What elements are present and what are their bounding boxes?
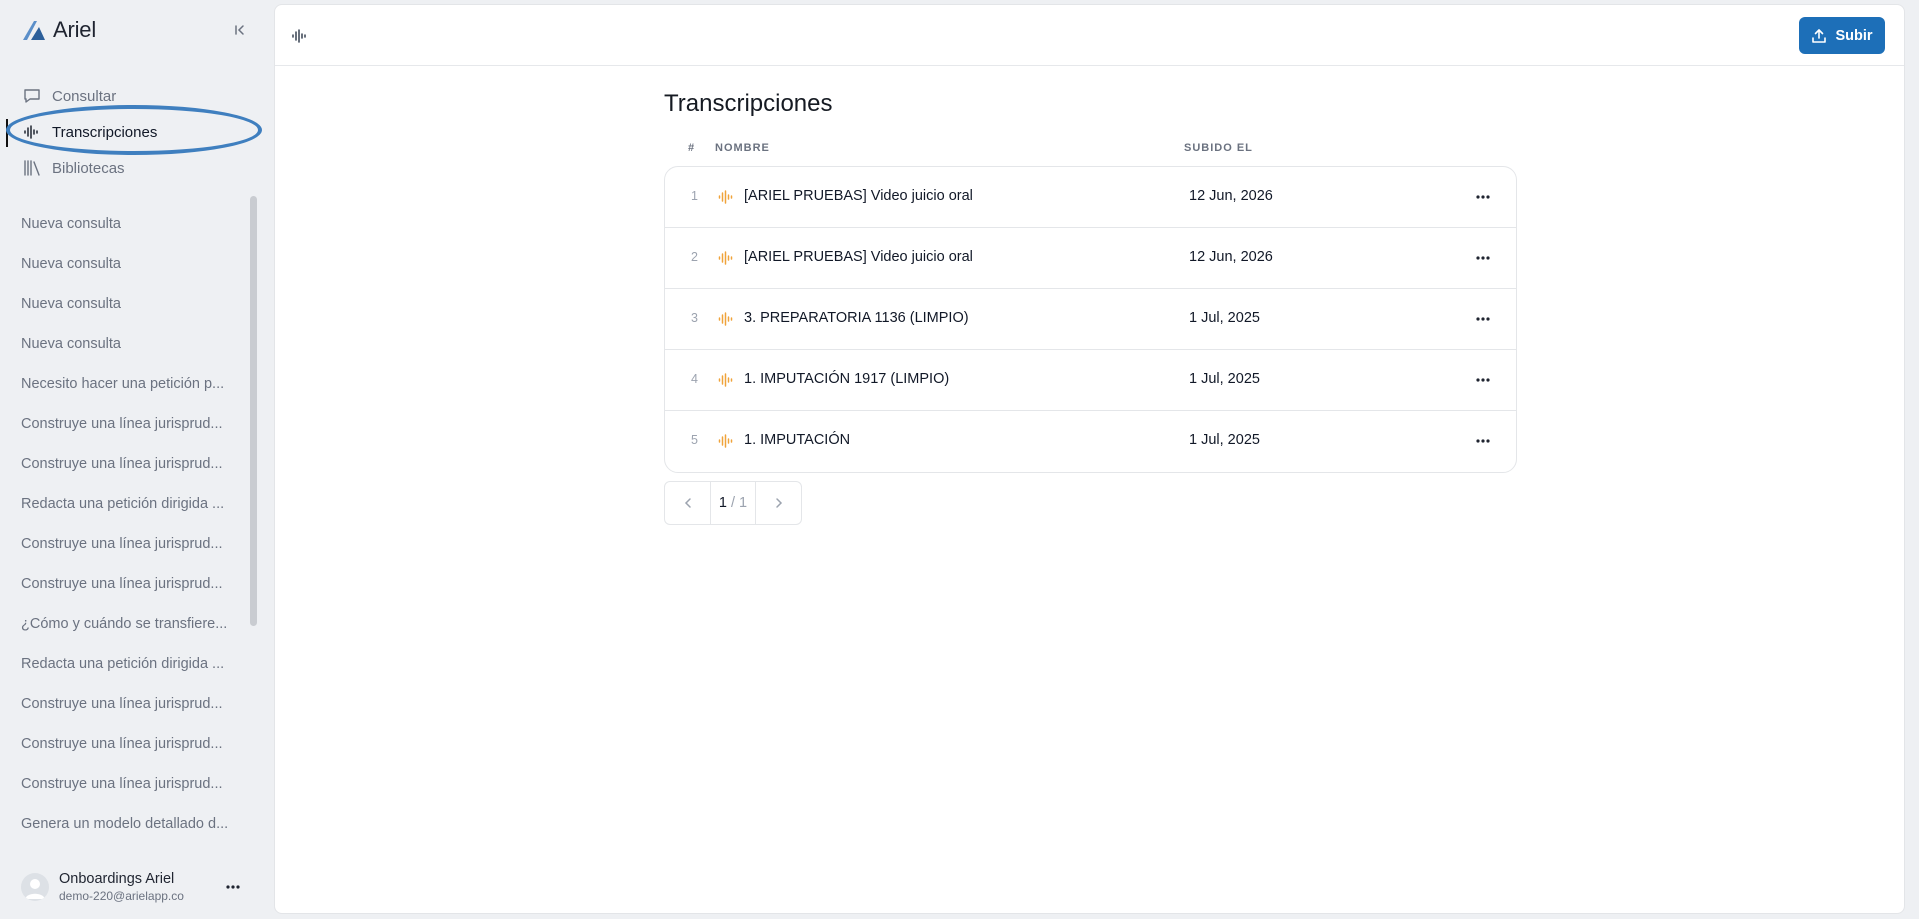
history-scrollbar[interactable] xyxy=(250,196,257,626)
table-row[interactable]: 2 [ARIEL PRUEBAS] Video juicio oral 12 J… xyxy=(665,228,1516,289)
more-horizontal-icon xyxy=(1476,378,1490,382)
history-item[interactable]: Necesito hacer una petición p... xyxy=(0,364,248,404)
history-item[interactable]: Construye una línea jurisprud... xyxy=(0,764,248,804)
nav-label: Bibliotecas xyxy=(52,159,125,177)
prev-page-button[interactable] xyxy=(665,482,710,524)
table-row[interactable]: 4 1. IMPUTACIÓN 1917 (LIMPIO) 1 Jul, 202… xyxy=(665,350,1516,411)
brand[interactable]: Ariel xyxy=(21,17,96,43)
more-horizontal-icon xyxy=(1476,317,1490,321)
row-name: [ARIEL PRUEBAS] Video juicio oral xyxy=(744,249,973,265)
history-item[interactable]: Nueva consulta xyxy=(0,324,248,364)
upload-button-label: Subir xyxy=(1835,27,1873,44)
user-name: Onboardings Ariel xyxy=(59,871,175,887)
history-item[interactable]: Construye una línea jurisprud... xyxy=(0,724,248,764)
total-pages: / 1 xyxy=(730,495,748,511)
main-panel: Subir Transcripciones # NOMBRE SUBIDO EL… xyxy=(274,4,1905,914)
current-page: 1 xyxy=(718,495,727,511)
nav-item-transcripciones[interactable]: Transcripciones xyxy=(0,114,272,150)
row-menu-button[interactable] xyxy=(1473,311,1493,327)
audio-waveform-icon xyxy=(718,190,733,204)
topbar: Subir xyxy=(275,5,1904,66)
history-item[interactable]: Nueva consulta xyxy=(0,284,248,324)
row-number: 1 xyxy=(691,189,698,203)
next-page-button[interactable] xyxy=(756,482,801,524)
history-item[interactable]: Nueva consulta xyxy=(0,204,248,244)
chevron-left-icon xyxy=(684,498,691,508)
history-item[interactable]: Genera un modelo detallado d... xyxy=(0,804,248,844)
chevron-right-icon xyxy=(775,498,782,508)
column-header-name[interactable]: NOMBRE xyxy=(715,142,770,154)
row-menu-button[interactable] xyxy=(1473,372,1493,388)
chat-bubble-icon xyxy=(22,86,42,106)
row-menu-button[interactable] xyxy=(1473,433,1493,449)
column-header-num: # xyxy=(688,142,696,154)
more-horizontal-icon xyxy=(226,885,240,889)
avatar xyxy=(21,873,49,901)
row-date: 1 Jul, 2025 xyxy=(1189,371,1260,387)
row-date: 12 Jun, 2026 xyxy=(1189,249,1273,265)
history-item[interactable]: Redacta una petición dirigida ... xyxy=(0,644,248,684)
history-item[interactable]: Nueva consulta xyxy=(0,244,248,284)
app-name: Ariel xyxy=(53,17,97,42)
waveform-icon xyxy=(292,29,306,43)
chat-history-list: Nueva consulta Nueva consulta Nueva cons… xyxy=(0,204,248,844)
library-icon xyxy=(22,158,42,178)
row-date: 12 Jun, 2026 xyxy=(1189,188,1273,204)
table-row[interactable]: 3 3. PREPARATORIA 1136 (LIMPIO) 1 Jul, 2… xyxy=(665,289,1516,350)
row-number: 5 xyxy=(691,433,698,447)
audio-waveform-icon xyxy=(718,312,733,326)
history-item[interactable]: Construye una línea jurisprud... xyxy=(0,444,248,484)
nav-item-consultar[interactable]: Consultar xyxy=(0,78,272,114)
page-indicator: 1 / 1 xyxy=(710,482,756,524)
nav-item-bibliotecas[interactable]: Bibliotecas xyxy=(0,150,272,186)
history-item[interactable]: Redacta una petición dirigida ... xyxy=(0,484,248,524)
pagination: 1 / 1 xyxy=(664,481,802,525)
page-title: Transcripciones xyxy=(664,90,833,117)
row-name: [ARIEL PRUEBAS] Video juicio oral xyxy=(744,188,973,204)
collapse-sidebar-button[interactable] xyxy=(229,19,251,41)
row-number: 2 xyxy=(691,250,698,264)
row-menu-button[interactable] xyxy=(1473,189,1493,205)
ariel-logo-icon xyxy=(23,21,45,40)
row-date: 1 Jul, 2025 xyxy=(1189,310,1260,326)
row-menu-button[interactable] xyxy=(1473,250,1493,266)
row-name: 1. IMPUTACIÓN xyxy=(744,432,851,448)
upload-button[interactable]: Subir xyxy=(1799,17,1885,54)
row-number: 3 xyxy=(691,311,698,325)
upload-icon xyxy=(1812,28,1827,43)
history-item[interactable]: Construye una línea jurisprud... xyxy=(0,524,248,564)
user-email: demo-220@arielapp.co xyxy=(59,889,184,903)
audio-waveform-icon xyxy=(718,251,733,265)
table-header: # NOMBRE SUBIDO EL xyxy=(664,142,1517,158)
user-profile[interactable]: Onboardings Ariel demo-220@arielapp.co xyxy=(0,862,272,912)
row-name: 1. IMPUTACIÓN 1917 (LIMPIO) xyxy=(744,371,950,387)
waveform-icon xyxy=(22,122,42,142)
audio-waveform-icon xyxy=(718,373,733,387)
user-icon xyxy=(25,879,45,899)
nav-label: Transcripciones xyxy=(52,123,158,141)
table-row[interactable]: 1 [ARIEL PRUEBAS] Video juicio oral 12 J… xyxy=(665,167,1516,228)
table-row[interactable]: 5 1. IMPUTACIÓN 1 Jul, 2025 xyxy=(665,411,1516,472)
nav-label: Consultar xyxy=(52,87,117,105)
main-nav: Consultar Transcripciones Bibliotecas xyxy=(0,78,272,186)
row-number: 4 xyxy=(691,372,698,386)
column-header-date[interactable]: SUBIDO EL xyxy=(1184,142,1253,154)
audio-waveform-icon xyxy=(718,434,733,448)
history-item[interactable]: Construye una línea jurisprud... xyxy=(0,684,248,724)
history-item[interactable]: Construye una línea jurisprud... xyxy=(0,404,248,444)
row-date: 1 Jul, 2025 xyxy=(1189,432,1260,448)
more-horizontal-icon xyxy=(1476,195,1490,199)
transcriptions-table: 1 [ARIEL PRUEBAS] Video juicio oral 12 J… xyxy=(664,166,1517,473)
history-item[interactable]: ¿Cómo y cuándo se transfiere... xyxy=(0,604,248,644)
more-horizontal-icon xyxy=(1476,256,1490,260)
history-item[interactable]: Construye una línea jurisprud... xyxy=(0,564,248,604)
sidebar: Ariel Consultar Transcripciones Bibliote… xyxy=(0,0,272,919)
transcriptions-section: Transcripciones # NOMBRE SUBIDO EL 1 [AR… xyxy=(664,67,1517,525)
more-horizontal-icon xyxy=(1476,439,1490,443)
user-menu-button[interactable] xyxy=(222,878,244,896)
row-name: 3. PREPARATORIA 1136 (LIMPIO) xyxy=(744,310,969,326)
collapse-left-icon xyxy=(235,25,244,35)
